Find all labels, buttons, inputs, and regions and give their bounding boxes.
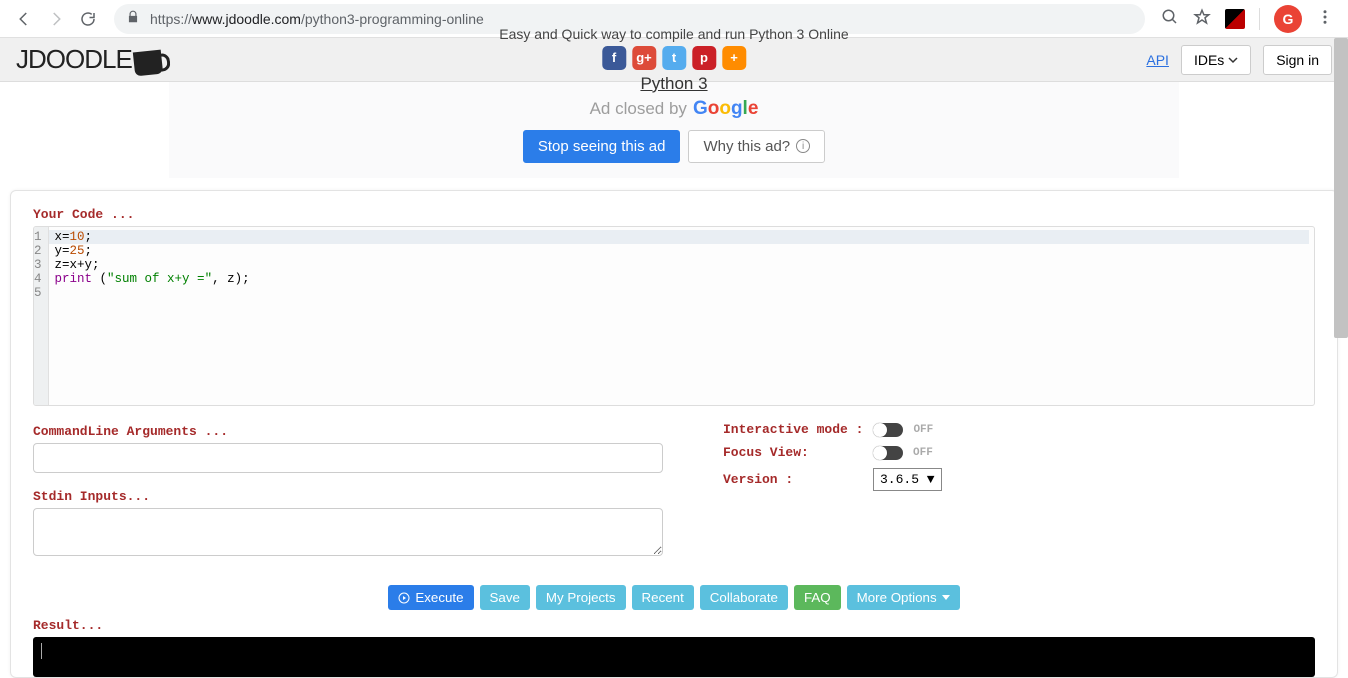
- chevron-down-icon: [1228, 55, 1238, 65]
- facebook-icon[interactable]: f: [602, 46, 626, 70]
- version-select[interactable]: 3.6.5 ▼: [873, 468, 942, 491]
- divider: [1259, 8, 1260, 30]
- focus-view-label: Focus View:: [723, 445, 863, 460]
- url-host: www.jdoodle.com: [192, 11, 301, 27]
- logo-cup-icon: [133, 50, 163, 77]
- logo-text: JDOODLE: [16, 44, 132, 75]
- arrow-right-icon: [47, 10, 65, 28]
- stop-seeing-ad-button[interactable]: Stop seeing this ad: [523, 130, 681, 163]
- ad-closed-text: Ad closed by Google: [590, 98, 759, 120]
- forward-button[interactable]: [40, 3, 72, 35]
- code-line: y=25;: [55, 244, 1309, 258]
- collaborate-button[interactable]: Collaborate: [700, 585, 788, 610]
- kebab-menu-icon[interactable]: [1316, 8, 1334, 29]
- url-scheme: https://: [150, 11, 192, 27]
- interactive-mode-state: OFF: [913, 424, 933, 436]
- twitter-icon[interactable]: t: [662, 46, 686, 70]
- code-line: z=x+y;: [55, 258, 1309, 272]
- zoom-icon[interactable]: [1161, 8, 1179, 29]
- code-line: [55, 286, 1309, 300]
- main-card: Your Code ... 1 2 3 4 5 x=10; y=25; z=x+…: [10, 190, 1338, 678]
- site-logo[interactable]: JDOODLE: [16, 44, 162, 75]
- editor-content[interactable]: x=10; y=25; z=x+y; print ("sum of x+y ="…: [49, 227, 1315, 405]
- ad-container: Ad closed by Google Stop seeing this ad …: [169, 82, 1179, 178]
- recent-button[interactable]: Recent: [632, 585, 694, 610]
- caret-down-icon: [942, 595, 950, 600]
- code-line: print ("sum of x+y =", z);: [55, 272, 1309, 286]
- result-output[interactable]: [33, 637, 1315, 677]
- focus-view-state: OFF: [913, 447, 933, 459]
- focus-view-toggle[interactable]: [873, 446, 903, 460]
- save-button[interactable]: Save: [480, 585, 530, 610]
- interactive-mode-label: Interactive mode :: [723, 422, 863, 437]
- cmdline-label: CommandLine Arguments ...: [33, 424, 663, 439]
- reload-button[interactable]: [72, 3, 104, 35]
- your-code-label: Your Code ...: [33, 207, 1315, 222]
- reload-icon: [79, 10, 97, 28]
- info-icon: i: [796, 139, 810, 153]
- cmdline-input[interactable]: [33, 443, 663, 473]
- social-row: f g+ t p +: [499, 46, 848, 70]
- signin-button[interactable]: Sign in: [1263, 45, 1332, 75]
- terminal-cursor: [41, 643, 42, 659]
- extension-icon[interactable]: [1225, 9, 1245, 29]
- profile-avatar[interactable]: G: [1274, 5, 1302, 33]
- play-icon: [398, 592, 410, 604]
- url-path: /python3-programming-online: [301, 11, 484, 27]
- execute-button[interactable]: Execute: [388, 585, 473, 610]
- ides-dropdown[interactable]: IDEs: [1181, 45, 1251, 75]
- action-row: Execute Save My Projects Recent Collabor…: [33, 585, 1315, 610]
- my-projects-button[interactable]: My Projects: [536, 585, 626, 610]
- stdin-label: Stdin Inputs...: [33, 489, 663, 504]
- back-button[interactable]: [8, 3, 40, 35]
- site-header: JDOODLE Easy and Quick way to compile an…: [0, 38, 1348, 82]
- google-logo-text: Google: [693, 98, 758, 120]
- googleplus-icon[interactable]: g+: [632, 46, 656, 70]
- stdin-input[interactable]: [33, 508, 663, 556]
- editor-gutter: 1 2 3 4 5: [34, 227, 49, 405]
- bookmark-star-icon[interactable]: [1193, 8, 1211, 29]
- pinterest-icon[interactable]: p: [692, 46, 716, 70]
- code-editor[interactable]: 1 2 3 4 5 x=10; y=25; z=x+y; print ("sum…: [33, 226, 1315, 406]
- faq-button[interactable]: FAQ: [794, 585, 841, 610]
- arrow-left-icon: [15, 10, 33, 28]
- addthis-icon[interactable]: +: [722, 46, 746, 70]
- api-link[interactable]: API: [1146, 52, 1169, 68]
- lock-icon: [126, 10, 140, 27]
- interactive-mode-toggle[interactable]: [873, 423, 903, 437]
- tagline: Easy and Quick way to compile and run Py…: [499, 26, 848, 42]
- page-scrollbar[interactable]: [1334, 38, 1348, 338]
- version-label: Version :: [723, 472, 863, 487]
- more-options-button[interactable]: More Options: [847, 585, 960, 610]
- code-line: x=10;: [49, 230, 1309, 244]
- why-this-ad-button[interactable]: Why this ad? i: [688, 130, 825, 163]
- result-label: Result...: [33, 618, 1315, 633]
- language-title[interactable]: Python 3: [499, 74, 848, 94]
